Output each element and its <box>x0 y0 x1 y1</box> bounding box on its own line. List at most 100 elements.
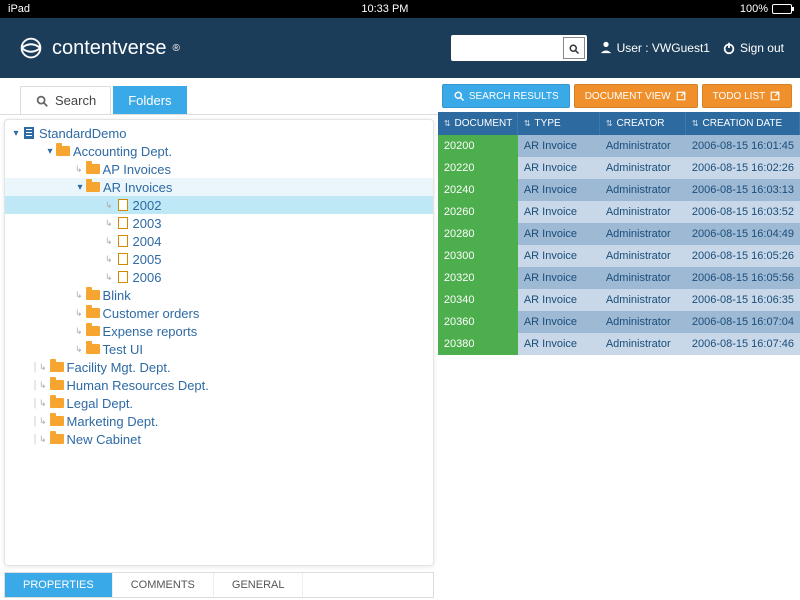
sign-out-label: Sign out <box>740 41 784 55</box>
branch-icon: ↳ <box>39 362 47 373</box>
collapse-icon[interactable]: ▾ <box>11 128 21 139</box>
folder-icon <box>50 398 64 408</box>
tab-search[interactable]: Search <box>20 86 111 114</box>
cell-document: 20320 <box>438 267 518 289</box>
table-row[interactable]: 20320AR InvoiceAdministrator2006-08-15 1… <box>438 267 800 289</box>
open-icon <box>675 90 687 102</box>
collapse-icon[interactable]: ▾ <box>75 182 85 193</box>
app-header: contentverse® User : VWGuest1 Sign out <box>0 18 800 78</box>
folder-icon <box>86 290 100 300</box>
tree-node-legal[interactable]: |↳Legal Dept. <box>5 394 433 412</box>
folder-icon <box>50 416 64 426</box>
cell-type: AR Invoice <box>518 333 600 355</box>
status-bar: iPad 10:33 PM 100% <box>0 0 800 18</box>
table-row[interactable]: 20340AR InvoiceAdministrator2006-08-15 1… <box>438 289 800 311</box>
cell-document: 20360 <box>438 311 518 333</box>
tree-node-blink[interactable]: ↳Blink <box>5 286 433 304</box>
user-icon <box>599 40 613 57</box>
cell-date: 2006-08-15 16:07:46 <box>686 333 800 355</box>
tree-root[interactable]: ▾StandardDemo <box>5 124 433 142</box>
document-icon <box>118 253 128 265</box>
tree-node-2005[interactable]: ↳2005 <box>5 250 433 268</box>
branch-icon: ↳ <box>105 272 113 283</box>
tree-node-marketing[interactable]: |↳Marketing Dept. <box>5 412 433 430</box>
tree-node-2002[interactable]: ↳2002 <box>5 196 433 214</box>
tab-search-label: Search <box>55 93 96 108</box>
tree-node-new-cabinet[interactable]: |↳New Cabinet <box>5 430 433 448</box>
col-creator[interactable]: ⇅CREATOR <box>600 112 686 135</box>
logo: contentverse® <box>16 33 180 63</box>
tree-node-hr[interactable]: |↳Human Resources Dept. <box>5 376 433 394</box>
cell-document: 20280 <box>438 223 518 245</box>
tree-node-expense-reports[interactable]: ↳Expense reports <box>5 322 433 340</box>
folder-icon <box>56 146 70 156</box>
cell-type: AR Invoice <box>518 267 600 289</box>
branch-icon: ↳ <box>75 290 83 301</box>
branch-icon: ↳ <box>105 218 113 229</box>
document-icon <box>118 271 128 283</box>
cell-creator: Administrator <box>600 267 686 289</box>
branch-icon: ↳ <box>39 434 47 445</box>
search-icon <box>568 42 580 54</box>
table-row[interactable]: 20260AR InvoiceAdministrator2006-08-15 1… <box>438 201 800 223</box>
folder-icon <box>50 380 64 390</box>
sort-icon: ⇅ <box>606 119 613 128</box>
table-row[interactable]: 20280AR InvoiceAdministrator2006-08-15 1… <box>438 223 800 245</box>
folder-icon <box>86 344 100 354</box>
cell-type: AR Invoice <box>518 179 600 201</box>
table-row[interactable]: 20300AR InvoiceAdministrator2006-08-15 1… <box>438 245 800 267</box>
global-search-input[interactable] <box>453 37 563 59</box>
tab-folders[interactable]: Folders <box>113 86 186 114</box>
tab-comments[interactable]: COMMENTS <box>113 573 214 597</box>
document-view-button[interactable]: DOCUMENT VIEW <box>574 84 698 108</box>
table-row[interactable]: 20200AR InvoiceAdministrator2006-08-15 1… <box>438 135 800 157</box>
tab-properties[interactable]: PROPERTIES <box>5 573 113 597</box>
todo-list-button[interactable]: TODO LIST <box>702 84 793 108</box>
cell-document: 20260 <box>438 201 518 223</box>
col-type[interactable]: ⇅TYPE <box>518 112 600 135</box>
collapse-icon[interactable]: ▾ <box>45 146 55 157</box>
cell-creator: Administrator <box>600 135 686 157</box>
cell-creator: Administrator <box>600 289 686 311</box>
cell-creator: Administrator <box>600 223 686 245</box>
table-row[interactable]: 20380AR InvoiceAdministrator2006-08-15 1… <box>438 333 800 355</box>
tree-node-test-ui[interactable]: ↳Test UI <box>5 340 433 358</box>
col-document[interactable]: ⇅DOCUMENT <box>438 112 518 135</box>
folder-icon <box>86 326 100 336</box>
table-row[interactable]: 20240AR InvoiceAdministrator2006-08-15 1… <box>438 179 800 201</box>
tab-general[interactable]: GENERAL <box>214 573 304 597</box>
cell-document: 20380 <box>438 333 518 355</box>
cell-date: 2006-08-15 16:05:26 <box>686 245 800 267</box>
tree-node-customer-orders[interactable]: ↳Customer orders <box>5 304 433 322</box>
global-search-button[interactable] <box>563 37 585 59</box>
cell-document: 20220 <box>438 157 518 179</box>
tree-node-ar-invoices[interactable]: ▾AR Invoices <box>5 178 433 196</box>
table-row[interactable]: 20220AR InvoiceAdministrator2006-08-15 1… <box>438 157 800 179</box>
open-icon <box>769 90 781 102</box>
document-icon <box>118 235 128 247</box>
cell-type: AR Invoice <box>518 135 600 157</box>
folder-icon <box>86 308 100 318</box>
branch-icon: ↳ <box>39 416 47 427</box>
sign-out-button[interactable]: Sign out <box>722 41 784 55</box>
cell-date: 2006-08-15 16:03:52 <box>686 201 800 223</box>
left-tabbar: Search Folders <box>0 78 438 115</box>
clock: 10:33 PM <box>30 3 740 15</box>
branch-icon: ↳ <box>75 164 83 175</box>
tree-node-accounting[interactable]: ▾Accounting Dept. <box>5 142 433 160</box>
tree-node-facility[interactable]: |↳Facility Mgt. Dept. <box>5 358 433 376</box>
sort-icon: ⇅ <box>524 119 531 128</box>
folder-icon <box>50 434 64 444</box>
col-creation-date[interactable]: ⇅CREATION DATE <box>686 112 800 135</box>
tree-node-2004[interactable]: ↳2004 <box>5 232 433 250</box>
tree-node-2003[interactable]: ↳2003 <box>5 214 433 232</box>
user-indicator: User : VWGuest1 <box>599 40 710 57</box>
tree-node-2006[interactable]: ↳2006 <box>5 268 433 286</box>
tree-node-ap-invoices[interactable]: ↳AP Invoices <box>5 160 433 178</box>
results-header: ⇅DOCUMENT ⇅TYPE ⇅CREATOR ⇅CREATION DATE <box>438 112 800 135</box>
battery-label: 100% <box>740 3 768 15</box>
table-row[interactable]: 20360AR InvoiceAdministrator2006-08-15 1… <box>438 311 800 333</box>
search-results-button[interactable]: SEARCH RESULTS <box>442 84 570 108</box>
brand-text: contentverse <box>52 37 167 60</box>
cell-type: AR Invoice <box>518 201 600 223</box>
